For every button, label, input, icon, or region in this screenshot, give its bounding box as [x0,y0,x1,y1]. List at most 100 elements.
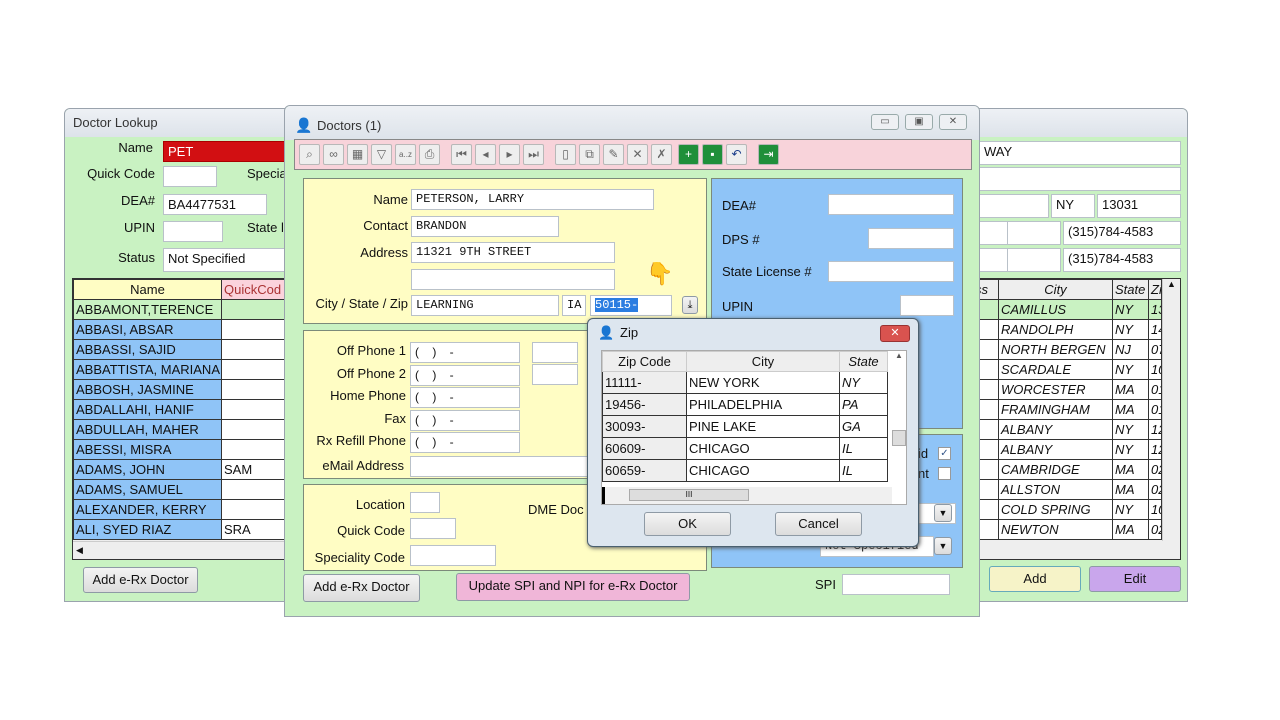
quick-code-cell[interactable] [221,359,289,380]
checkbox1[interactable]: ✓ [938,447,951,460]
phone-input[interactable]: ( ) - [410,409,520,431]
table-row[interactable]: ADAMS, JOHN SAM [73,459,289,480]
column-header-state[interactable]: State [1112,279,1149,300]
column-header-zip[interactable]: Zi [1148,279,1162,300]
minimize-button[interactable]: ▭ [871,114,899,130]
table-row[interactable]: NORTH BERGENNJ07 [972,339,1162,360]
zip-lookup-button[interactable]: ⤓ [682,296,698,314]
column-header-city[interactable]: City [686,351,840,372]
city-cell[interactable]: ALLSTON [998,479,1113,500]
table-row[interactable]: 30093- PINE LAKE GA [602,415,888,438]
phone1-ext-input[interactable] [532,342,578,363]
state-cell[interactable]: NY [1112,319,1149,340]
maximize-button[interactable]: ▣ [905,114,933,130]
undo-icon[interactable]: ↶ [726,144,747,165]
phone-input[interactable]: ( ) - [410,387,520,408]
state-cell[interactable]: MA [1112,479,1149,500]
state-cell[interactable]: MA [1112,459,1149,480]
name-search-input[interactable]: PET [163,141,289,162]
table-row[interactable]: ABDALLAHI, HANIF [73,399,289,420]
state-cell[interactable]: IL [839,459,888,482]
city-cell[interactable]: WORCESTER [998,379,1113,400]
table-row[interactable]: SCARDALENY10 [972,359,1162,380]
quick-code-cell[interactable] [221,479,289,500]
table-row[interactable]: WORCESTERMA01 [972,379,1162,400]
zip-cell[interactable]: 10 [1148,499,1162,520]
state-cell[interactable]: NY [1112,299,1149,320]
zip-cell[interactable]: 12 [1148,439,1162,460]
zip-cell[interactable]: 14 [1148,319,1162,340]
quick-code-cell[interactable] [221,319,289,340]
first-record-icon[interactable]: ⏮ [451,144,472,165]
city-cell[interactable]: CHICAGO [686,459,840,482]
edit-button[interactable]: Edit [1089,566,1181,592]
city-cell[interactable]: NEWTON [998,519,1113,540]
field[interactable] [979,248,1009,272]
city-cell[interactable]: RANDOLPH [998,319,1113,340]
table-row[interactable]: ABESSI, MISRA [73,439,289,460]
doctor-name-cell[interactable]: ADAMS, SAMUEL [73,479,222,500]
city-cell[interactable]: ALBANY [998,419,1113,440]
table-row[interactable]: ALLSTONMA02 [972,479,1162,500]
doctor-list-grid[interactable]: Name QuickCod ABBAMONT,TERENCE ABBASI, ABS… [72,278,289,560]
quick-code-cell[interactable] [221,499,289,520]
phone-input[interactable]: ( ) - [410,342,520,363]
zip-code-cell[interactable]: 60659- [602,459,687,482]
table-row[interactable]: ALBANYNY12 [972,439,1162,460]
city-input[interactable] [979,194,1049,218]
city-cell[interactable]: NEW YORK [686,371,840,394]
table-row[interactable]: CAMBRIDGEMA02 [972,459,1162,480]
table-row[interactable]: ADAMS, SAMUEL [73,479,289,500]
speciality-code-input[interactable] [410,545,496,566]
checkbox2[interactable] [938,467,951,480]
phone2-ext-input[interactable] [532,364,578,385]
add-button[interactable]: Add [989,566,1081,592]
table-row[interactable]: 60659- CHICAGO IL [602,459,888,482]
doctor-name-cell[interactable]: ALEXANDER, KERRY [73,499,222,520]
table-row[interactable]: ALBANYNY12 [972,419,1162,440]
dea-input[interactable]: BA4477531 [163,194,267,215]
status-select[interactable]: Not Specified [163,248,289,272]
column-header-city[interactable]: City [998,279,1113,300]
city-input[interactable]: LEARNING [411,295,559,316]
table-row[interactable]: ABDULLAH, MAHER [73,419,289,440]
city-cell[interactable]: FRAMINGHAM [998,399,1113,420]
state-cell[interactable]: NY [1112,359,1149,380]
address-input[interactable]: WAY [979,141,1181,165]
city-cell[interactable]: NORTH BERGEN [998,339,1113,360]
search-icon[interactable]: ⌕ [299,144,320,165]
horizontal-scrollbar[interactable]: III [602,487,892,504]
state-input[interactable]: NY [1051,194,1095,218]
quick-code-cell[interactable] [221,339,289,360]
dropdown-arrow-icon[interactable]: ▼ [934,504,952,522]
quick-code-cell[interactable]: SAM [221,459,289,480]
cancel-button[interactable]: Cancel [775,512,862,536]
city-cell[interactable]: SCARDALE [998,359,1113,380]
zip-grid[interactable]: Zip Code City State 11111- NEW YORK NY 19456-… [601,350,907,505]
column-header-state[interactable]: State [839,351,888,372]
quick-code-cell[interactable] [221,399,289,420]
horizontal-scrollbar[interactable]: ◀ [73,541,289,559]
quick-code-cell[interactable] [221,419,289,440]
column-header-name[interactable]: Name [73,279,222,300]
address2-input[interactable] [979,167,1181,191]
state-cell[interactable]: NY [1112,419,1149,440]
table-icon[interactable]: ▦ [347,144,368,165]
city-cell[interactable]: CAMBRIDGE [998,459,1113,480]
zip-input[interactable]: 13031 [1097,194,1181,218]
state-cell[interactable]: NJ [1112,339,1149,360]
field[interactable] [1007,248,1061,272]
filter-icon[interactable]: ▽ [371,144,392,165]
zip-cell[interactable]: 07 [1148,339,1162,360]
update-spi-npi-button[interactable]: Update SPI and NPI for e-Rx Doctor [456,573,690,601]
zip-cell[interactable]: 02 [1148,459,1162,480]
table-row[interactable]: 11111- NEW YORK NY [602,371,888,394]
zip-cell[interactable]: 10 [1148,359,1162,380]
doctor-name-cell[interactable]: ABDULLAH, MAHER [73,419,222,440]
location-input[interactable] [410,492,440,513]
zip-cell[interactable]: 02 [1148,519,1162,540]
exit-icon[interactable]: ⇥ [758,144,779,165]
state-cell[interactable]: MA [1112,519,1149,540]
quick-code-input[interactable] [410,518,456,539]
quick-code-cell[interactable] [221,439,289,460]
